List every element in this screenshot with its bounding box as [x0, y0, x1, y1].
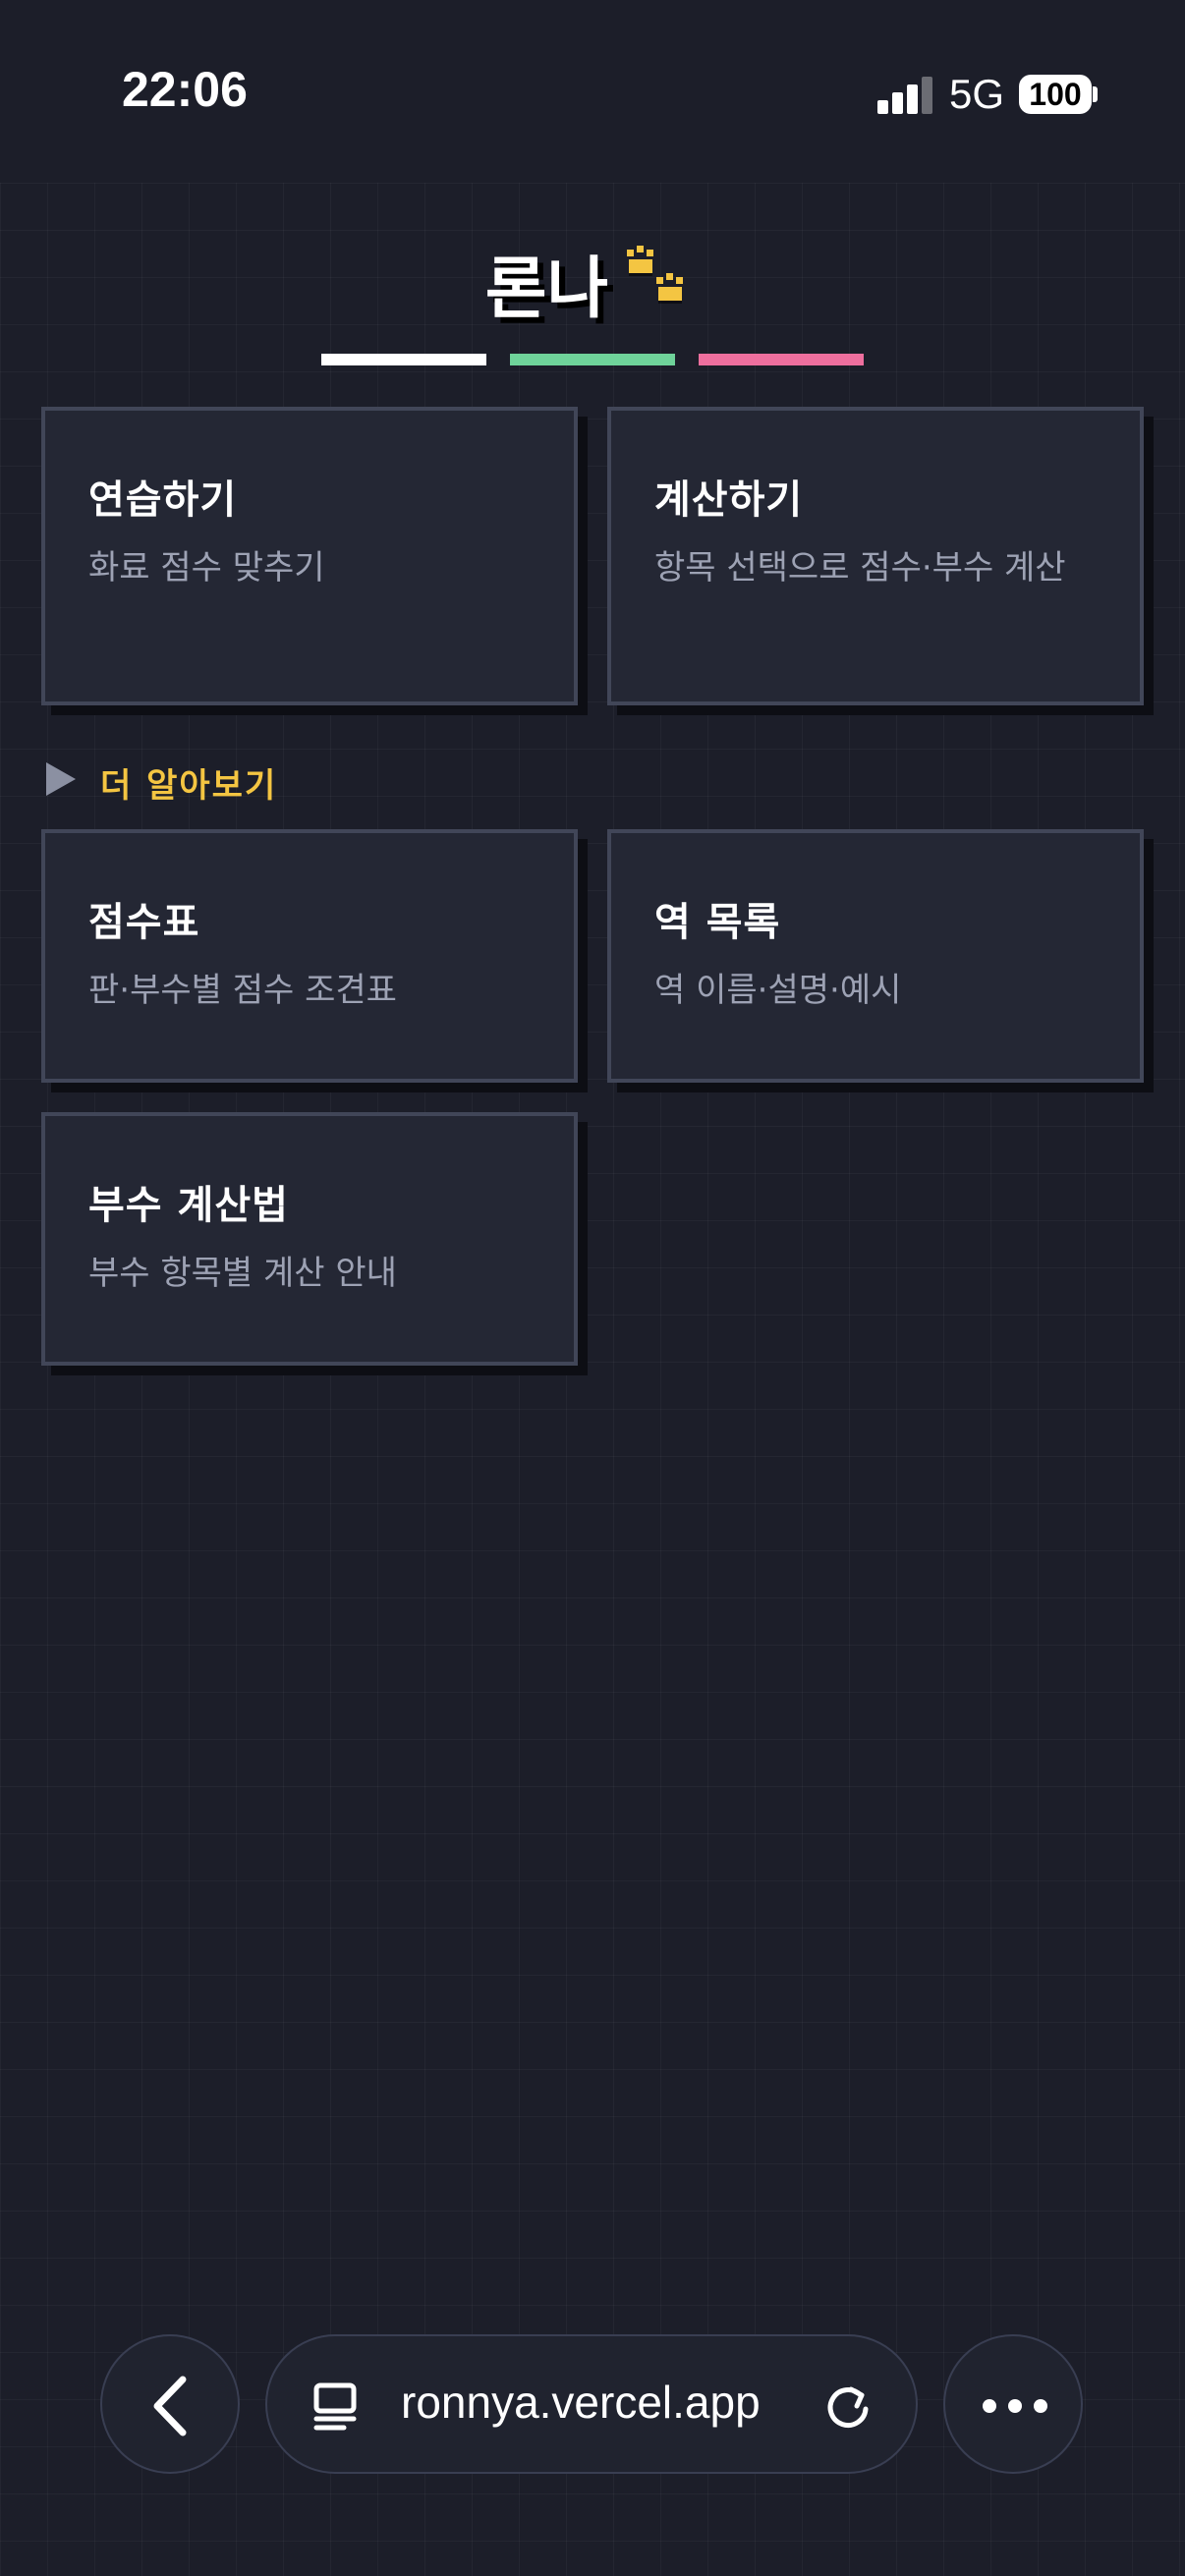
card-description: 화료 점수 맞추기 — [88, 548, 325, 588]
battery-icon: 100 — [1019, 75, 1092, 114]
network-type: 5G — [949, 71, 1005, 117]
card-description: 판·부수별 점수 조견표 — [88, 971, 397, 1010]
card-description: 역 이름·설명·예시 — [654, 971, 902, 1010]
calculate-card[interactable]: 계산하기 항목 선택으로 점수·부수 계산 — [607, 407, 1144, 705]
card-title: 계산하기 — [654, 477, 804, 523]
card-description: 항목 선택으로 점수·부수 계산 — [654, 548, 1066, 588]
paw-prints-icon — [621, 244, 700, 322]
page-title: 론나 — [484, 251, 609, 328]
battery-level: 100 — [1029, 77, 1082, 112]
underline-bar-white — [321, 354, 486, 365]
back-button[interactable] — [100, 2334, 240, 2474]
reload-icon[interactable] — [821, 2380, 875, 2433]
page-header: 론나 — [0, 234, 1185, 331]
more-section-label: 더 알아보기 — [100, 766, 278, 806]
url-text: ronnya.vercel.app — [401, 2377, 761, 2428]
underline-bar-green — [510, 354, 675, 365]
title-underline-bars — [321, 354, 865, 365]
more-button[interactable] — [943, 2334, 1083, 2474]
triangle-right-icon — [46, 762, 76, 796]
chevron-left-icon — [153, 2376, 187, 2436]
card-title: 연습하기 — [88, 477, 238, 523]
card-title: 점수표 — [88, 900, 200, 945]
more-dots-icon — [983, 2399, 1047, 2413]
fu-calculation-card[interactable]: 부수 계산법 부수 항목별 계산 안내 — [41, 1112, 578, 1366]
yaku-list-card[interactable]: 역 목록 역 이름·설명·예시 — [607, 829, 1144, 1083]
card-title: 부수 계산법 — [88, 1183, 289, 1228]
browser-toolbar: ronnya.vercel.app — [0, 2319, 1185, 2576]
signal-icon — [877, 77, 934, 114]
address-bar[interactable]: ronnya.vercel.app — [265, 2334, 918, 2474]
practice-card[interactable]: 연습하기 화료 점수 맞추기 — [41, 407, 578, 705]
score-table-card[interactable]: 점수표 판·부수별 점수 조견표 — [41, 829, 578, 1083]
card-title: 역 목록 — [654, 900, 781, 945]
tabs-icon — [313, 2382, 357, 2431]
underline-bar-pink — [699, 354, 864, 365]
status-time: 22:06 — [122, 62, 248, 117]
battery-tip — [1093, 86, 1098, 102]
card-description: 부수 항목별 계산 안내 — [88, 1254, 397, 1293]
status-bar: 22:06 5G 100 — [0, 0, 1185, 183]
